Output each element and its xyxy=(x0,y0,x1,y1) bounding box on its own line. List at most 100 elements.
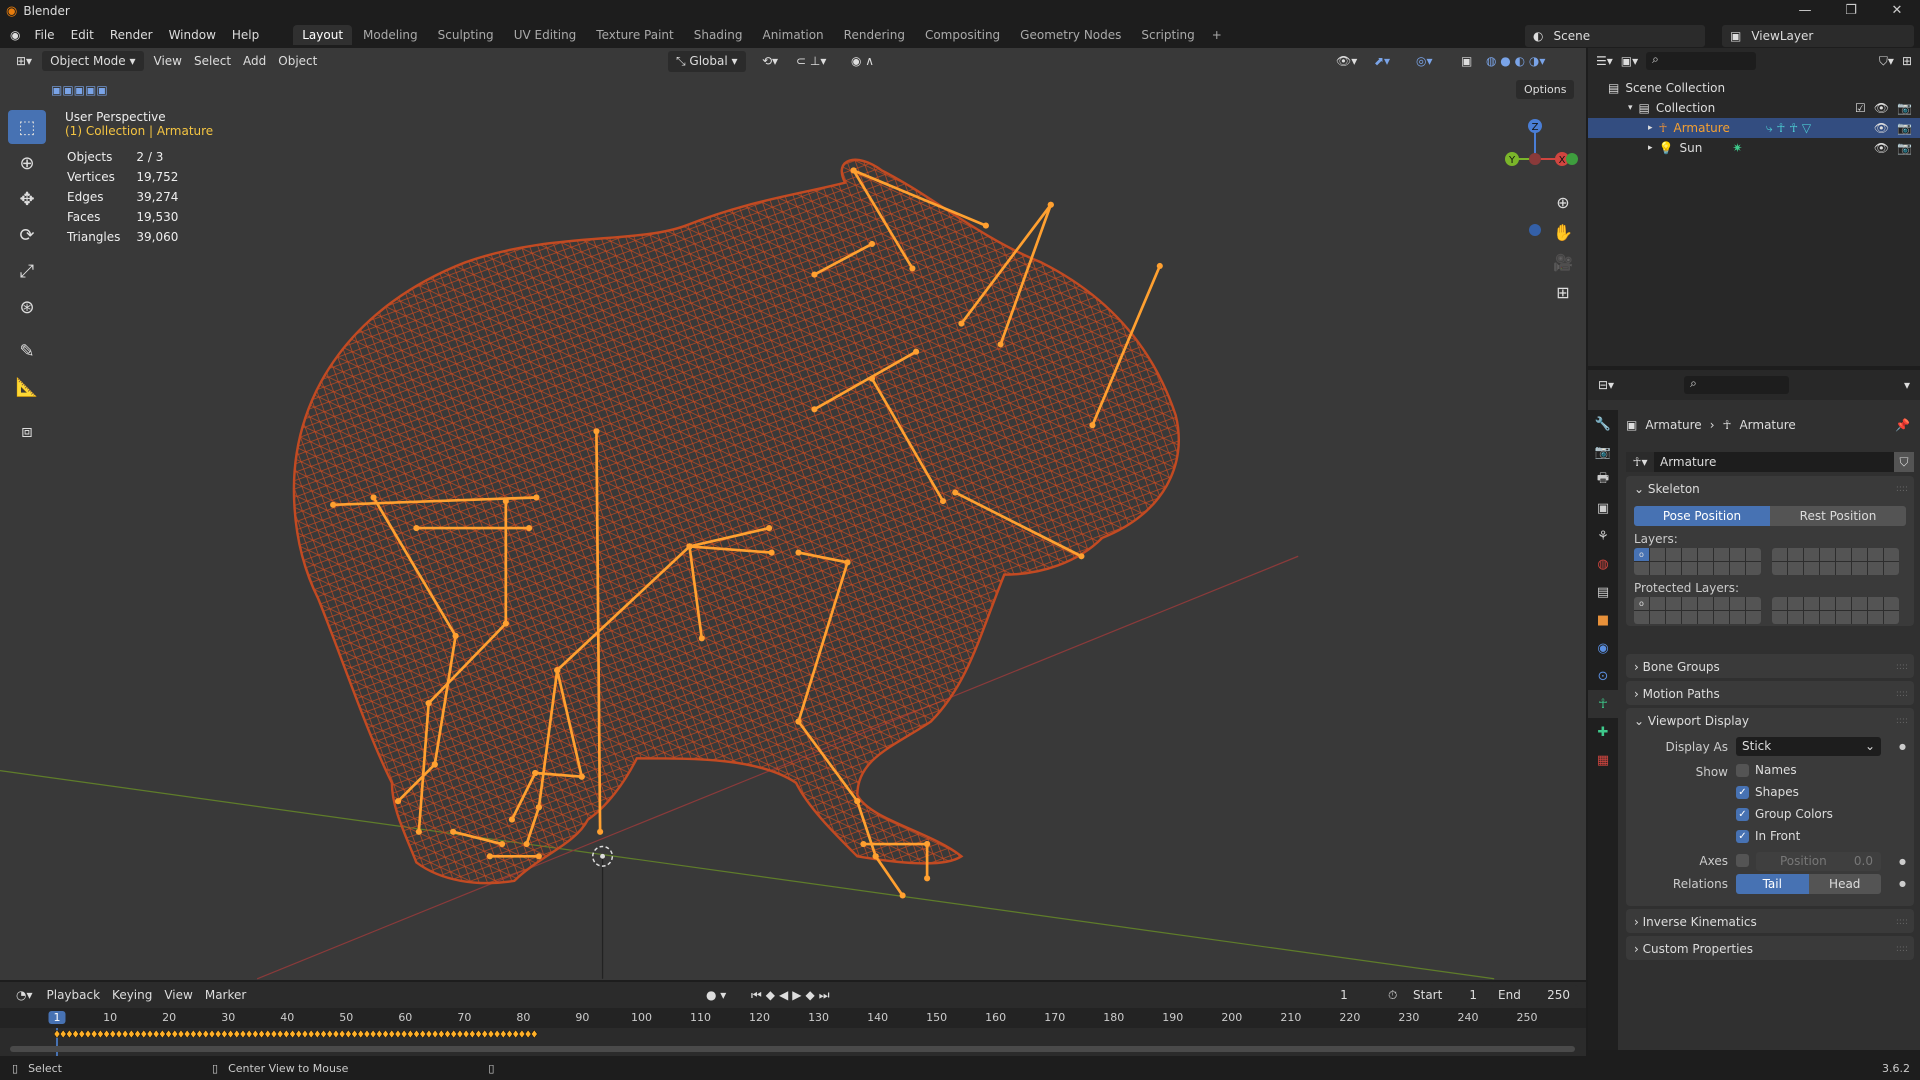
maximize-button[interactable]: ❐ xyxy=(1828,0,1874,22)
eye-icon[interactable]: 👁 xyxy=(1874,121,1889,135)
layer-cell[interactable] xyxy=(1650,562,1665,575)
layer-cell[interactable] xyxy=(1650,611,1665,624)
properties-tab-tool-icon[interactable]: 🔧 xyxy=(1588,410,1618,438)
properties-tab-modifiers-icon[interactable]: ◉ xyxy=(1588,634,1618,662)
layer-cell[interactable] xyxy=(1836,597,1851,610)
viewport-scene[interactable] xyxy=(0,48,1586,980)
workspace-tab-uv-editing[interactable]: UV Editing xyxy=(505,25,586,45)
layer-cell[interactable] xyxy=(1682,548,1697,561)
display-mode-icon[interactable]: ☰▾ xyxy=(1596,54,1613,68)
menu-window[interactable]: Window xyxy=(161,28,224,42)
inverse-kinematics-panel[interactable]: › Inverse Kinematics:::: xyxy=(1626,909,1914,933)
select-box-icon[interactable]: ⬚ xyxy=(8,110,46,144)
properties-tab-armature-data-icon[interactable]: ☥ xyxy=(1588,690,1618,718)
menu-help[interactable]: Help xyxy=(224,28,267,42)
layer-cell[interactable] xyxy=(1650,597,1665,610)
properties-tab-view-layer-icon[interactable]: ▣ xyxy=(1588,494,1618,522)
minimize-button[interactable]: — xyxy=(1782,0,1828,22)
pivot-icon[interactable]: ⟲▾ xyxy=(756,51,784,71)
annotate-icon[interactable]: ✎ xyxy=(8,334,46,368)
layer-cell[interactable] xyxy=(1714,611,1729,624)
move-icon[interactable]: ✥ xyxy=(8,182,46,216)
show-group-colors-checkbox[interactable]: ✓Group Colors● xyxy=(1736,807,1833,829)
layer-cell[interactable] xyxy=(1820,611,1835,624)
layer-cell[interactable] xyxy=(1698,562,1713,575)
viewport-menu-object[interactable]: Object xyxy=(272,51,323,71)
layer-cell[interactable] xyxy=(1714,562,1729,575)
checkbox-icon[interactable] xyxy=(1736,764,1749,777)
camera-view-icon[interactable]: 🎥 xyxy=(1550,253,1576,279)
checkbox-icon[interactable]: ✓ xyxy=(1736,786,1749,799)
outliner-item-scene-collection[interactable]: ▤ Scene Collection xyxy=(1588,78,1920,98)
layer-cell[interactable] xyxy=(1714,548,1729,561)
outliner-item-sun[interactable]: ▸ 💡 Sun 👁 📷 ✷ xyxy=(1588,138,1920,158)
layer-cell[interactable] xyxy=(1666,562,1681,575)
checkbox-icon[interactable]: ✓ xyxy=(1736,830,1749,843)
layer-cell[interactable] xyxy=(1730,562,1745,575)
viewport-menu-view[interactable]: View xyxy=(148,51,188,71)
layer-cell[interactable] xyxy=(1884,611,1899,624)
layer-cell[interactable] xyxy=(1868,611,1883,624)
protected-layers-grid[interactable]: o xyxy=(1626,597,1914,624)
layer-cell[interactable] xyxy=(1788,611,1803,624)
layer-cell[interactable] xyxy=(1698,548,1713,561)
layer-cell[interactable] xyxy=(1852,548,1867,561)
new-collection-icon[interactable]: ⊞ xyxy=(1902,54,1912,68)
axes-position-field[interactable]: Position 0.0 xyxy=(1756,852,1881,871)
rest-position-button[interactable]: Rest Position xyxy=(1770,506,1906,526)
options-button[interactable]: Options xyxy=(1516,80,1575,99)
layer-cell[interactable] xyxy=(1746,611,1761,624)
rotate-icon[interactable]: ⟳ xyxy=(8,218,46,252)
datablock-name-field[interactable]: Armature xyxy=(1654,452,1894,472)
armature-datablock[interactable]: ☥▾ Armature ⛉ xyxy=(1626,452,1914,472)
keyframe-strip[interactable] xyxy=(0,1028,1586,1056)
layer-cell[interactable] xyxy=(1772,548,1787,561)
layer-cell[interactable] xyxy=(1666,611,1681,624)
timeline-editor-type-icon[interactable]: ◔▾ xyxy=(10,985,39,1005)
xray-icon[interactable]: ▣ xyxy=(1455,51,1478,71)
add-cube-icon[interactable]: ⧈ xyxy=(8,414,46,448)
shading-wireframe-icon[interactable]: ◍ ● ◐ ◑▾ xyxy=(1480,51,1551,71)
scale-icon[interactable]: ⤢ xyxy=(8,254,46,288)
layer-cell[interactable] xyxy=(1772,562,1787,575)
filter-layer-icon[interactable]: ▣▾ xyxy=(1621,54,1638,68)
layer-cell[interactable] xyxy=(1884,597,1899,610)
layer-cell[interactable] xyxy=(1868,548,1883,561)
layer-cell[interactable] xyxy=(1634,611,1649,624)
viewport-menu-select[interactable]: Select xyxy=(188,51,237,71)
editor-type-button[interactable]: ⊞▾ xyxy=(10,51,38,71)
layer-cell[interactable] xyxy=(1634,562,1649,575)
outliner-search-input[interactable]: ⌕ xyxy=(1646,52,1757,70)
layer-cell[interactable] xyxy=(1682,597,1697,610)
expand-arrow-icon[interactable]: ▸ xyxy=(1648,123,1653,133)
timeline-menu-keying[interactable]: Keying xyxy=(106,985,158,1005)
workspace-tab-geometry-nodes[interactable]: Geometry Nodes xyxy=(1011,25,1130,45)
proportional-edit-icon[interactable]: ◉ ∧ xyxy=(845,51,880,71)
layer-cell[interactable] xyxy=(1884,548,1899,561)
layer-cell[interactable] xyxy=(1698,611,1713,624)
ortho-grid-icon[interactable]: ⊞ xyxy=(1550,283,1576,309)
auto-keying-icon[interactable]: ● ▾ xyxy=(700,985,732,1005)
layer-cell[interactable] xyxy=(1746,548,1761,561)
properties-tab-bone-icon[interactable]: ✚ xyxy=(1588,718,1618,746)
properties-tab-render-icon[interactable]: 📷 xyxy=(1588,438,1618,466)
viewport-menu-add[interactable]: Add xyxy=(237,51,272,71)
workspace-tab-rendering[interactable]: Rendering xyxy=(835,25,914,45)
workspace-tab-texture-paint[interactable]: Texture Paint xyxy=(587,25,682,45)
layer-cell[interactable] xyxy=(1884,562,1899,575)
properties-search-input[interactable]: ⌕ xyxy=(1684,376,1790,394)
properties-tab-constraints-icon[interactable]: ⊙ xyxy=(1588,662,1618,690)
render-camera-icon[interactable]: 📷 xyxy=(1897,121,1912,135)
orientation-selector[interactable]: ⤡ Global ▾ xyxy=(668,50,746,72)
pan-hand-icon[interactable]: ✋ xyxy=(1550,223,1576,249)
properties-tab-world-icon[interactable]: ◍ xyxy=(1588,550,1618,578)
fake-user-shield-icon[interactable]: ⛉ xyxy=(1894,452,1914,472)
motion-paths-panel[interactable]: › Motion Paths:::: xyxy=(1626,681,1914,705)
layers-grid[interactable]: o xyxy=(1626,548,1914,575)
scene-selector[interactable]: ◐ Scene xyxy=(1525,25,1705,47)
sun-data-icon[interactable]: ✷ xyxy=(1732,141,1742,155)
layer-cell[interactable] xyxy=(1836,611,1851,624)
show-in-front-checkbox[interactable]: ✓In Front● xyxy=(1736,829,1833,851)
position-toggle[interactable]: Pose Position Rest Position xyxy=(1634,506,1906,526)
workspace-tab-shading[interactable]: Shading xyxy=(685,25,752,45)
